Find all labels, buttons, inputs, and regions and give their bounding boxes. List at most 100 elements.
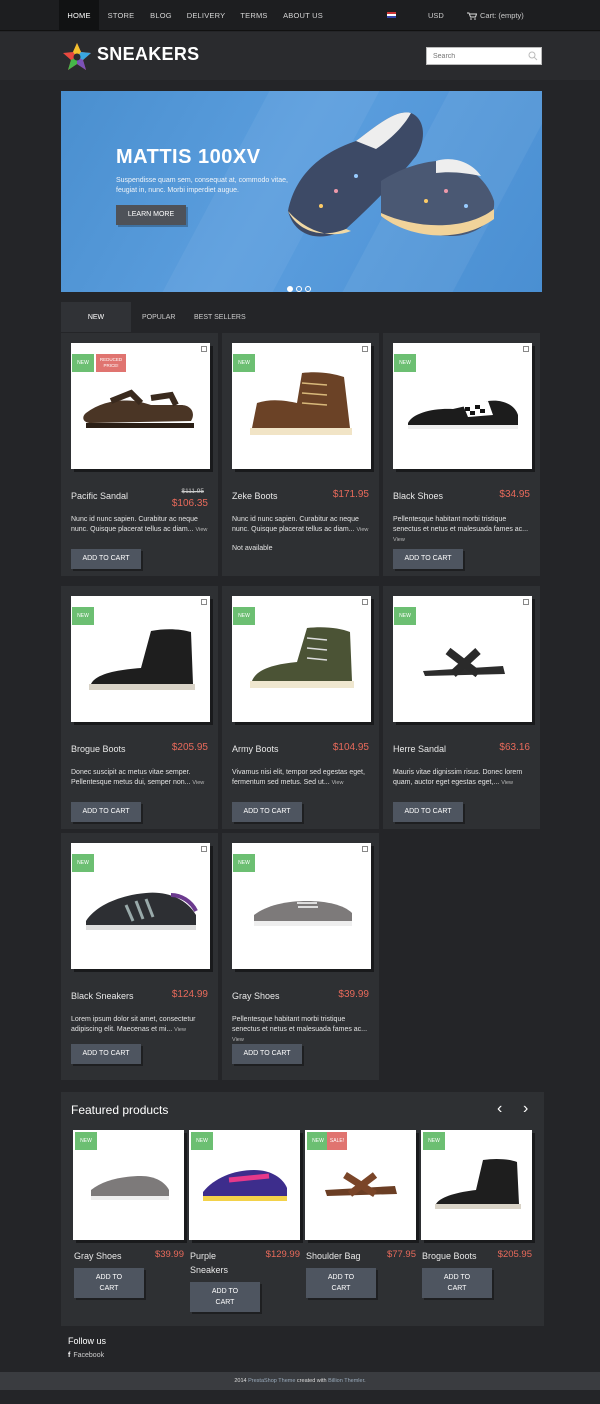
add-to-cart-button[interactable]: ADD TO CART [422, 1268, 492, 1298]
compare-checkbox[interactable] [362, 599, 368, 605]
product-card: NEW Gray Shoes $39.99 Pellentesque habit… [222, 833, 379, 1080]
star-logo-icon[interactable] [62, 42, 92, 72]
cart-link[interactable]: Cart: (empty) [467, 0, 524, 31]
facebook-link[interactable]: f Facebook [68, 1352, 104, 1359]
featured-image[interactable]: NEW [421, 1130, 532, 1240]
view-link[interactable]: View [357, 527, 369, 533]
new-badge: NEW [72, 854, 94, 872]
featured-name[interactable]: Gray Shoes [74, 1249, 139, 1263]
description-text: Nunc id nunc sapien. Curabitur ac neque … [232, 516, 359, 533]
billion-themler-link[interactable]: Billion Themler [328, 1378, 364, 1384]
product-name[interactable]: Gray Shoes [232, 991, 280, 1001]
compare-checkbox[interactable] [523, 599, 529, 605]
add-to-cart-button[interactable]: ADD TO CART [393, 549, 463, 569]
follow-us-heading: Follow us [68, 1336, 107, 1346]
product-price: $124.99 [171, 989, 208, 1000]
view-link[interactable]: View [501, 780, 513, 786]
add-to-cart-button[interactable]: ADD TO CART [71, 802, 141, 822]
featured-name[interactable]: Shoulder Bag [306, 1249, 371, 1263]
product-name[interactable]: Zeke Boots [232, 491, 278, 501]
old-price: $111.95 [181, 488, 204, 495]
compare-checkbox[interactable] [201, 599, 207, 605]
carousel-dot[interactable] [305, 286, 311, 292]
learn-more-button[interactable]: LEARN MORE [116, 205, 186, 225]
credit-text: created with [295, 1378, 329, 1384]
brand-name[interactable]: SNEAKERS [97, 44, 199, 65]
featured-name[interactable]: Brogue Boots [422, 1249, 487, 1263]
tab-new-arrivals[interactable]: NEW ARRIVALS [61, 302, 131, 353]
cart-label: CART [99, 1285, 119, 1292]
add-to-label: ADD TO [443, 1274, 471, 1281]
compare-checkbox[interactable] [201, 346, 207, 352]
search-icon[interactable] [528, 51, 538, 61]
carousel-dot[interactable] [287, 286, 293, 292]
nav-terms[interactable]: TERMS [233, 0, 275, 31]
add-to-cart-button[interactable]: ADD TO CART [71, 549, 141, 569]
credit-year: 2014 [234, 1378, 249, 1384]
product-description: Mauris vitae dignissim risus. Donec lore… [393, 768, 533, 788]
view-link[interactable]: View [332, 780, 344, 786]
carousel-dot[interactable] [296, 286, 302, 292]
product-description: Vivamus nisi elit, tempor sed egestas eg… [232, 768, 372, 788]
nav-store[interactable]: STORE [101, 0, 141, 31]
product-description: Nunc id nunc sapien. Curabitur ac neque … [71, 515, 211, 535]
product-price: $39.99 [338, 989, 369, 1000]
product-image[interactable]: NEW [71, 843, 210, 969]
product-name[interactable]: Herre Sandal [393, 744, 446, 754]
featured-image[interactable]: NEW SALE! [305, 1130, 416, 1240]
product-name[interactable]: Black Shoes [393, 491, 443, 501]
carousel-prev-button[interactable]: ‹ [497, 1100, 502, 1118]
add-to-cart-button[interactable]: ADD TO CART [71, 1044, 141, 1064]
us-flag-icon[interactable] [387, 12, 396, 18]
view-link[interactable]: View [232, 1037, 244, 1043]
currency-selector[interactable]: USD [428, 0, 444, 31]
product-name[interactable]: Black Sneakers [71, 991, 134, 1001]
product-image[interactable]: NEW [232, 596, 371, 722]
compare-checkbox[interactable] [362, 346, 368, 352]
credit-end: . [364, 1378, 366, 1384]
carousel-next-button[interactable]: › [523, 1100, 528, 1118]
product-name[interactable]: Brogue Boots [71, 744, 126, 754]
featured-image[interactable]: NEW [189, 1130, 300, 1240]
view-link[interactable]: View [174, 1027, 186, 1033]
new-badge: NEW [191, 1132, 213, 1150]
view-link[interactable]: View [393, 537, 405, 543]
compare-checkbox[interactable] [362, 846, 368, 852]
view-link[interactable]: View [196, 527, 208, 533]
product-image[interactable]: NEW [393, 343, 532, 469]
product-card: NEW Brogue Boots $205.95 Donec suscipit … [61, 586, 218, 829]
product-image[interactable]: NEW [71, 596, 210, 722]
add-to-cart-button[interactable]: ADD TO CART [74, 1268, 144, 1298]
product-image[interactable]: NEW [393, 596, 532, 722]
view-link[interactable]: View [192, 780, 204, 786]
carousel-dots [287, 279, 314, 292]
product-name[interactable]: Pacific Sandal [71, 491, 128, 501]
nav-blog[interactable]: BLOG [143, 0, 179, 31]
product-card: NEW Zeke Boots $171.95 Nunc id nunc sapi… [222, 333, 379, 576]
add-to-cart-button[interactable]: ADD TO CART [393, 802, 463, 822]
nav-about-us[interactable]: ABOUT US [279, 0, 327, 31]
product-image[interactable]: NEW [232, 343, 371, 469]
nav-delivery[interactable]: DELIVERY [183, 0, 229, 31]
product-image[interactable]: NEW REDUCED PRICE! [71, 343, 210, 469]
availability-status: Not available [232, 545, 273, 552]
add-to-cart-button[interactable]: ADD TO CART [190, 1282, 260, 1312]
search-input[interactable] [426, 47, 542, 65]
compare-checkbox[interactable] [523, 346, 529, 352]
new-badge: NEW [394, 354, 416, 372]
product-image[interactable]: NEW [232, 843, 371, 969]
facebook-label: Facebook [73, 1352, 105, 1359]
add-to-cart-button[interactable]: ADD TO CART [306, 1268, 376, 1298]
add-to-cart-button[interactable]: ADD TO CART [232, 802, 302, 822]
nav-home[interactable]: HOME [59, 0, 99, 31]
compare-checkbox[interactable] [201, 846, 207, 852]
featured-name[interactable]: Purple Sneakers [190, 1249, 255, 1277]
tab-popular[interactable]: POPULAR [132, 302, 185, 332]
product-price: $34.95 [499, 489, 530, 500]
featured-image[interactable]: NEW [73, 1130, 184, 1240]
add-to-cart-button[interactable]: ADD TO CART [232, 1044, 302, 1064]
product-name[interactable]: Army Boots [232, 744, 279, 754]
prestashop-theme-link[interactable]: PrestaShop Theme [248, 1378, 295, 1384]
cart-label: CART [447, 1285, 467, 1292]
tab-best-sellers[interactable]: BEST SELLERS [184, 302, 256, 332]
